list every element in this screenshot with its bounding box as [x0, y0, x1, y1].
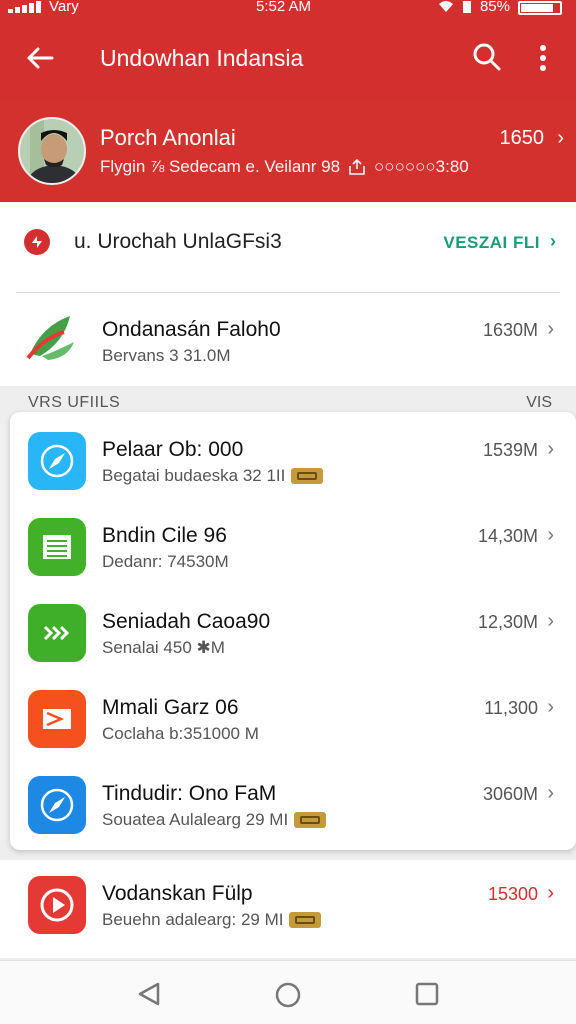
battery-icon — [518, 0, 562, 15]
chevron-right-icon: › — [557, 127, 564, 149]
more-vertical-icon[interactable] — [530, 42, 556, 74]
status-left: Vary — [8, 0, 79, 15]
share-icon — [349, 158, 365, 175]
badge-icon — [289, 912, 322, 928]
person-photo-icon — [20, 119, 84, 183]
compass-icon — [28, 776, 86, 834]
chevron-right-icon: › — [547, 696, 554, 718]
arrow-left-icon[interactable] — [24, 42, 56, 74]
featured-value: 1630M — [482, 320, 538, 340]
avatar — [18, 117, 86, 185]
app-title: Mmali Garz 06 — [102, 696, 239, 719]
chevron-right-icon: › — [550, 231, 556, 251]
profile-number: ○○○○○○3:80 — [374, 157, 469, 176]
bottom-app-value: 15300 — [487, 884, 538, 904]
featured-subtitle: Bervans 3 31.0M — [102, 346, 231, 365]
fast-forward-icon — [28, 604, 86, 662]
bottom-app-subtitle: Beuehn adalearg: 29 MI — [102, 910, 322, 930]
app-title: Seniadah Caoa90 — [102, 610, 271, 633]
app-bar: Undowhan Indansia — [0, 18, 576, 100]
wifi-icon — [438, 0, 453, 12]
document-icon — [28, 518, 86, 576]
app-value: 11,300 — [484, 698, 538, 718]
badge-icon — [294, 812, 327, 828]
battery-percent: 85% — [479, 0, 510, 15]
app-subtitle-text: Coclaha b:351000 M — [102, 724, 259, 743]
chevron-right-icon: › — [547, 438, 554, 460]
section-right-label[interactable]: VIS — [526, 394, 552, 412]
app-subtitle: Senalai 450 ✱M — [102, 638, 225, 658]
nav-back-icon[interactable] — [136, 981, 162, 1007]
mail-icon — [28, 690, 86, 748]
divider — [16, 292, 560, 293]
page-title: Undowhan Indansia — [100, 45, 304, 71]
app-value: 3060M — [482, 784, 538, 804]
app-subtitle-text: Souatea Aulalearg 29 MI — [102, 810, 289, 829]
nav-home-icon[interactable] — [274, 981, 302, 1009]
featured-title: Ondanasán Faloh0 — [102, 318, 281, 341]
bottom-app-subtitle-text: Beuehn adalearg: 29 MI — [102, 910, 284, 929]
notice-link[interactable]: VESZAI FLI — [443, 233, 540, 253]
profile-name: Porch Anonlai — [100, 125, 236, 150]
app-subtitle-text: Begatai budaeska 32 1II — [102, 466, 286, 485]
app-value: 1539M — [482, 440, 538, 460]
app-subtitle: Dedanr: 74530M — [102, 552, 229, 572]
app-title: Bndin Cile 96 — [102, 524, 227, 547]
app-value: 12,30M — [477, 612, 538, 632]
chevron-right-icon: › — [547, 524, 554, 546]
bottom-app-row[interactable]: Vodanskan Fülp Beuehn adalearg: 29 MI 15… — [0, 860, 576, 958]
chevron-right-icon: › — [547, 318, 554, 340]
app-subtitle: Begatai budaeska 32 1II — [102, 466, 324, 486]
badge-icon — [291, 468, 324, 484]
app-subtitle-text: Dedanr: 74530M — [102, 552, 229, 571]
status-right: 85% — [438, 0, 562, 15]
app-subtitle: Souatea Aulalearg 29 MI — [102, 810, 327, 830]
status-bar: Vary 5:52 AM 85% — [0, 0, 576, 18]
leaf-logo-icon — [26, 316, 74, 360]
app-title: Tindudir: Ono FaM — [102, 782, 277, 805]
sim-icon — [462, 0, 471, 13]
chevron-right-icon: › — [547, 610, 554, 632]
app-subtitle-text: Senalai 450 ✱M — [102, 638, 225, 657]
profile-subtitle-text: Flygin ⅞ Sedecam e. Veilanr 98 — [100, 157, 341, 176]
alert-icon — [24, 229, 50, 255]
profile-count: 1650 — [499, 127, 545, 149]
chevron-right-icon: › — [547, 782, 554, 804]
signal-icon — [8, 0, 41, 13]
section-label: VRS UFIILS — [28, 394, 121, 411]
notice-text: u. Urochah UnlaGFsi3 — [74, 230, 282, 253]
app-value: 14,30M — [477, 526, 538, 546]
nav-recent-icon[interactable] — [414, 981, 440, 1007]
system-nav-bar — [0, 960, 576, 1024]
profile-subtitle: Flygin ⅞ Sedecam e. Veilanr 98 ○○○○○○3:8… — [100, 157, 469, 177]
chevron-right-icon: › — [547, 882, 554, 904]
compass-icon — [28, 432, 86, 490]
app-title: Pelaar Ob: 000 — [102, 438, 244, 461]
play-icon — [28, 876, 86, 934]
carrier-label: Vary — [49, 0, 79, 15]
bottom-app-title: Vodanskan Fülp — [102, 882, 253, 905]
status-time: 5:52 AM — [256, 0, 312, 15]
search-icon[interactable] — [472, 42, 502, 72]
app-subtitle: Coclaha b:351000 M — [102, 724, 259, 744]
profile-card[interactable]: Porch Anonlai Flygin ⅞ Sedecam e. Veilan… — [0, 100, 576, 202]
